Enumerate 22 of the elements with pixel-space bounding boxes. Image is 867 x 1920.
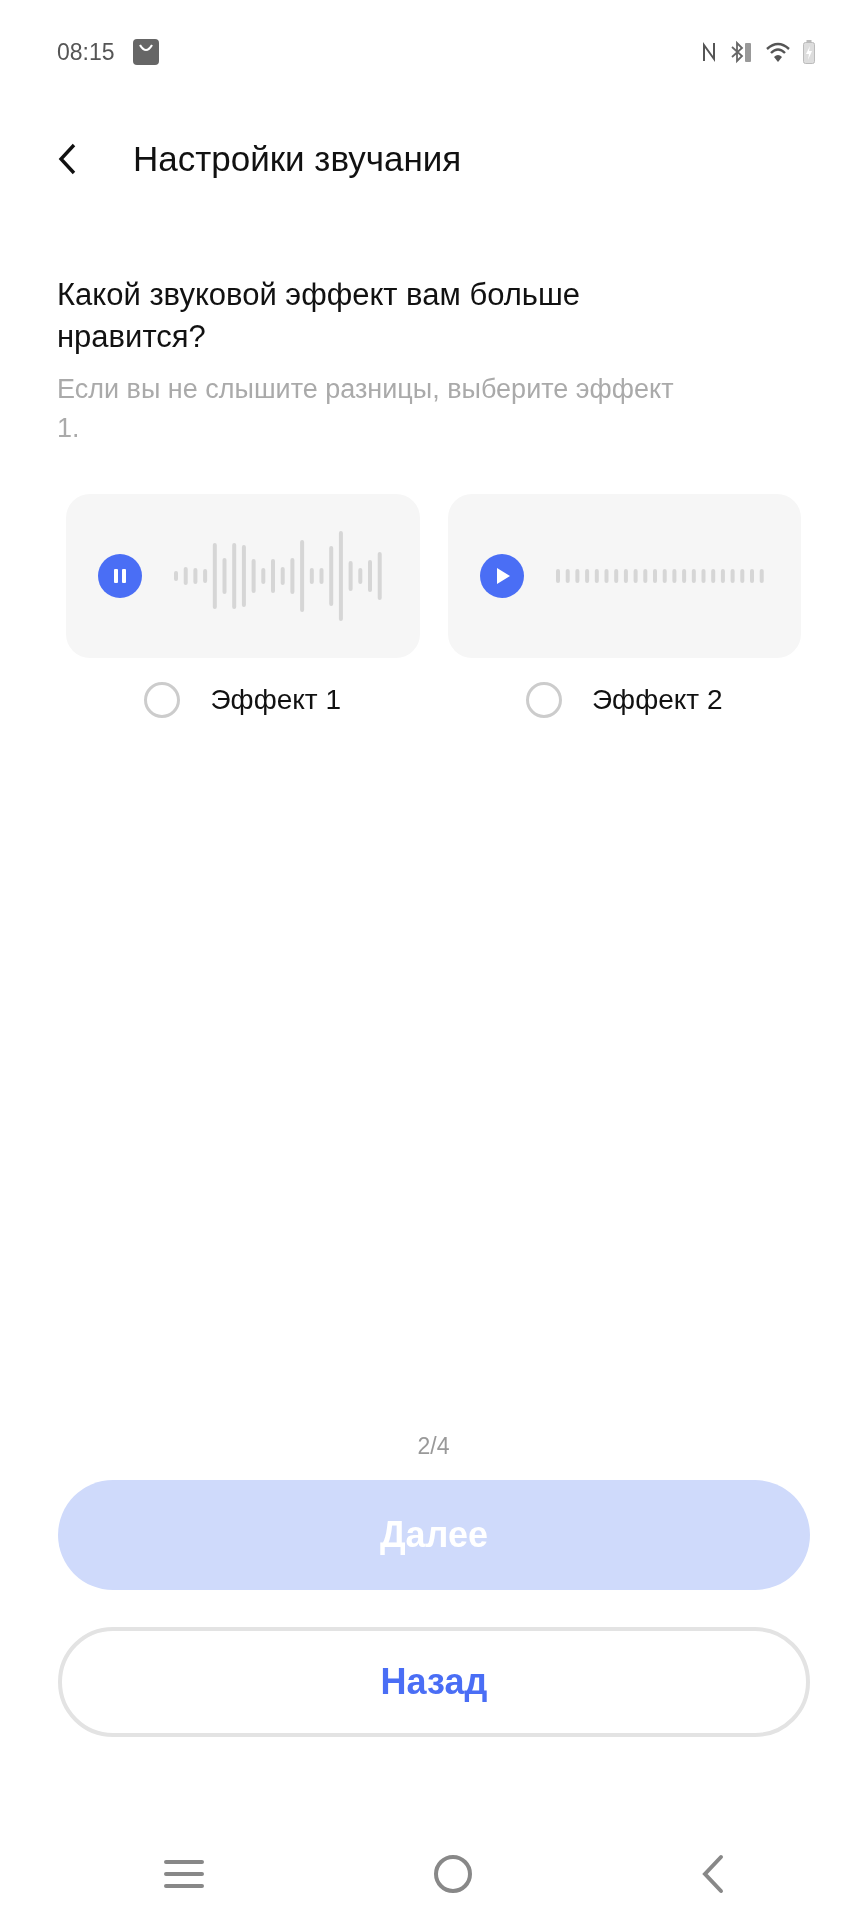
sound-sample-card[interactable] <box>447 494 801 658</box>
status-time: 08:15 <box>57 38 115 66</box>
back-button[interactable]: Назад <box>58 1627 810 1737</box>
effect-label[interactable]: Эффект 2 <box>592 684 723 716</box>
shopping-bag-icon <box>132 39 159 65</box>
bluetooth-icon <box>729 40 753 64</box>
radio-button[interactable] <box>526 682 562 718</box>
radio-button[interactable] <box>144 682 181 718</box>
page-counter: 2/4 <box>416 1433 451 1460</box>
nfc-icon <box>701 41 717 63</box>
pause-icon[interactable] <box>98 554 142 598</box>
question-text: Какой звуковой эффект вам больше нравится? <box>57 276 582 356</box>
effect-label[interactable]: Эффект 1 <box>210 684 341 716</box>
back-icon[interactable] <box>701 1854 725 1894</box>
home-icon[interactable] <box>432 1854 473 1894</box>
play-icon[interactable] <box>479 554 524 598</box>
page-title: Настройки звучания <box>133 139 462 179</box>
hint-text: Если вы не слышите разницы, выберите эффект 1. <box>57 373 675 445</box>
battery-icon <box>803 40 815 64</box>
wifi-icon <box>765 41 791 63</box>
menu-icon[interactable] <box>164 1858 204 1890</box>
sound-sample-card[interactable] <box>66 494 420 658</box>
